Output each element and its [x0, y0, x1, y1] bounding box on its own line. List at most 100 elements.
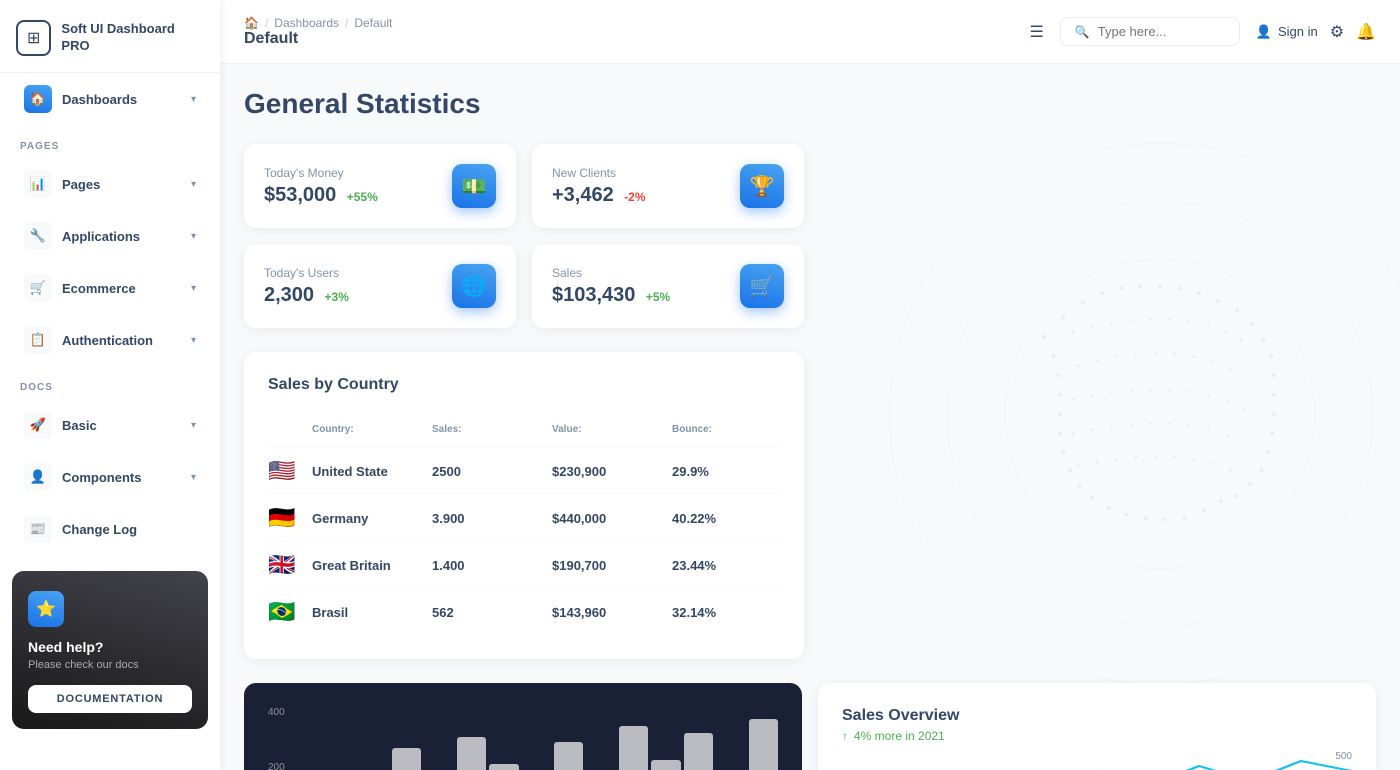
- sidebar-item-ecommerce[interactable]: 🛒 Ecommerce ▾: [8, 264, 212, 312]
- stat-label-sales: Sales: [552, 266, 670, 280]
- stat-icon-users: 🌐: [452, 264, 496, 308]
- bounce-value: 23.44%: [672, 558, 780, 573]
- pages-section-label: PAGES: [0, 125, 220, 158]
- applications-label: Applications: [62, 229, 140, 244]
- logo-icon: ⊞: [16, 20, 51, 56]
- stat-card-money: Today's Money $53,000 +55% 💵: [244, 144, 516, 228]
- main-area: 🏠 / Dashboards / Default Default ☰ 🔍 👤 S…: [220, 0, 1400, 770]
- sales-line-chart: 500 400: [842, 751, 1352, 770]
- search-input[interactable]: [1098, 24, 1218, 39]
- settings-icon[interactable]: ⚙: [1330, 22, 1344, 42]
- value-value: $230,900: [552, 464, 660, 479]
- chevron-down-icon: ▾: [191, 335, 196, 346]
- sidebar-item-pages[interactable]: 📊 Pages ▾: [8, 160, 212, 208]
- menu-icon[interactable]: ☰: [1029, 22, 1043, 42]
- sidebar-item-label: Dashboards: [62, 92, 137, 107]
- sidebar-item-authentication[interactable]: 📋 Authentication ▾: [8, 316, 212, 364]
- search-box[interactable]: 🔍: [1060, 17, 1240, 46]
- bar-chart-bar: [619, 726, 648, 770]
- header: 🏠 / Dashboards / Default Default ☰ 🔍 👤 S…: [220, 0, 1400, 64]
- bar-chart-bar: [392, 748, 421, 770]
- sign-in-button[interactable]: 👤 Sign in: [1256, 24, 1318, 40]
- stat-label-users: Today's Users: [264, 266, 349, 280]
- country-name: United State: [312, 464, 420, 479]
- chart-y-label-400: 400: [268, 707, 285, 718]
- sign-in-label: Sign in: [1278, 24, 1318, 39]
- sales-value: 562: [432, 605, 540, 620]
- country-name: Great Britain: [312, 558, 420, 573]
- bar-chart-bar: [457, 737, 486, 770]
- up-arrow-icon: ↑: [842, 729, 848, 743]
- flag-br: 🇧🇷: [268, 599, 300, 625]
- bar-chart-card: 400 200 0: [244, 683, 802, 770]
- charts-row: 400 200 0 Sales Overview ↑ 4% more in 20…: [244, 683, 1376, 770]
- home-icon: 🏠: [244, 16, 259, 30]
- table-row: 🇬🇧 Great Britain 1.400 $190,700 23.44%: [268, 542, 780, 589]
- breadcrumb-current: Default: [354, 16, 392, 30]
- ecommerce-icon: 🛒: [24, 274, 52, 302]
- country-name: Germany: [312, 511, 420, 526]
- sales-overview-card: Sales Overview ↑ 4% more in 2021 500: [818, 683, 1376, 770]
- bounce-value: 29.9%: [672, 464, 780, 479]
- ecommerce-label: Ecommerce: [62, 281, 136, 296]
- sidebar-item-components[interactable]: 👤 Components ▾: [8, 453, 212, 501]
- stat-icon-money: 💵: [452, 164, 496, 208]
- chevron-down-icon: ▾: [191, 420, 196, 431]
- user-icon: 👤: [1256, 24, 1272, 40]
- stat-card-sales: Sales $103,430 +5% 🛒: [532, 244, 804, 328]
- stat-icon-clients: 🏆: [740, 164, 784, 208]
- flag-de: 🇩🇪: [268, 505, 300, 531]
- stat-value-money: $53,000: [264, 184, 336, 206]
- value-value: $143,960: [552, 605, 660, 620]
- stat-icon-sales: 🛒: [740, 264, 784, 308]
- stat-label-money: Today's Money: [264, 166, 378, 180]
- basic-label: Basic: [62, 418, 97, 433]
- changelog-label: Change Log: [62, 522, 137, 537]
- sales-value: 1.400: [432, 558, 540, 573]
- sales-by-country-card: Sales by Country Country: Sales: Value: …: [244, 352, 804, 659]
- sidebar-item-applications[interactable]: 🔧 Applications ▾: [8, 212, 212, 260]
- sidebar-item-basic[interactable]: 🚀 Basic ▾: [8, 401, 212, 449]
- bar-chart-bar: [554, 742, 583, 770]
- sidebar: ⊞ Soft UI Dashboard PRO 🏠 Dashboards ▾ P…: [0, 0, 220, 770]
- help-star-icon: ⭐: [28, 591, 64, 627]
- bar-chart-bar: [684, 733, 713, 770]
- sidebar-item-dashboards[interactable]: 🏠 Dashboards ▾: [8, 75, 212, 123]
- stat-change-clients: -2%: [624, 190, 645, 204]
- documentation-button[interactable]: DOCUMENTATION: [28, 685, 192, 713]
- bounce-value: 40.22%: [672, 511, 780, 526]
- bell-icon[interactable]: 🔔: [1356, 22, 1376, 42]
- pages-label: Pages: [62, 177, 100, 192]
- stat-label-clients: New Clients: [552, 166, 646, 180]
- breadcrumb-dashboards[interactable]: Dashboards: [274, 16, 339, 30]
- auth-label: Authentication: [62, 333, 153, 348]
- stat-value-users: 2,300: [264, 284, 314, 306]
- stat-change-money: +55%: [347, 190, 378, 204]
- applications-icon: 🔧: [24, 222, 52, 250]
- chevron-down-icon: ▾: [191, 283, 196, 294]
- bar-chart-bars: [295, 707, 778, 770]
- country-header-row: Country: Sales: Value: Bounce:: [268, 414, 780, 448]
- components-label: Components: [62, 470, 141, 485]
- sidebar-item-changelog[interactable]: 📰 Change Log: [8, 505, 212, 553]
- auth-icon: 📋: [24, 326, 52, 354]
- bar-chart-bar: [749, 719, 778, 770]
- value-value: $190,700: [552, 558, 660, 573]
- help-subtitle: Please check our docs: [28, 659, 192, 671]
- docs-section-label: DOCS: [0, 366, 220, 399]
- flag-gb: 🇬🇧: [268, 552, 300, 578]
- header-left: 🏠 / Dashboards / Default Default: [244, 16, 392, 48]
- chevron-down-icon: ▾: [191, 472, 196, 483]
- content-area: dots: [220, 64, 1400, 770]
- header-actions: 👤 Sign in ⚙ 🔔: [1256, 22, 1376, 42]
- breadcrumb: 🏠 / Dashboards / Default: [244, 16, 392, 30]
- stat-card-users: Today's Users 2,300 +3% 🌐: [244, 244, 516, 328]
- sales-overview-subtitle: ↑ 4% more in 2021: [842, 729, 1352, 743]
- stats-grid: Today's Money $53,000 +55% 💵 New Clients…: [244, 144, 804, 328]
- sales-value: 3.900: [432, 511, 540, 526]
- help-card: ⭐ Need help? Please check our docs DOCUM…: [12, 571, 208, 729]
- sales-overview-title: Sales Overview: [842, 707, 1352, 725]
- bar-chart-bar: [489, 764, 518, 770]
- chevron-down-icon: ▾: [191, 179, 196, 190]
- table-row: 🇧🇷 Brasil 562 $143,960 32.14%: [268, 589, 780, 635]
